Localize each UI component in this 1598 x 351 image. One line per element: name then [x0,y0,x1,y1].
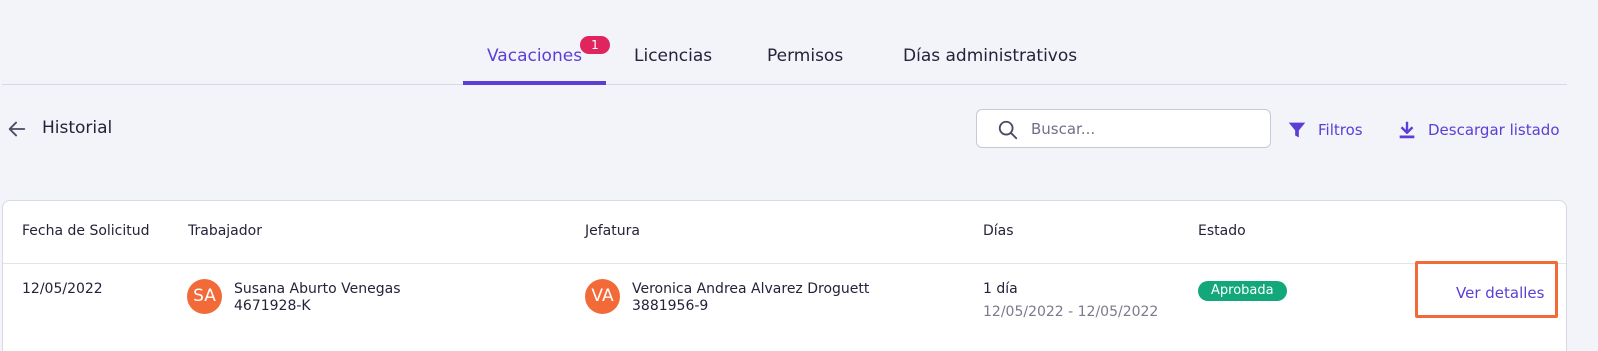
tab-dias-administrativos-label: Días administrativos [903,46,1078,66]
search-input[interactable] [1031,118,1256,140]
worker-name: Susana Aburto Venegas [234,281,401,297]
tabs-bar: Vacaciones 1 Licencias Permisos Días adm… [2,0,1567,85]
days-count: 1 día [983,281,1018,297]
tab-permisos-label: Permisos [767,46,844,66]
tab-vacaciones-label: Vacaciones [487,46,583,66]
filters-label: Filtros [1318,121,1363,139]
manager-name: Veronica Andrea Alvarez Droguett [632,281,870,297]
column-header-dias: Días [983,223,1014,239]
status-badge: Aprobada [1198,281,1287,301]
search-box[interactable] [976,109,1271,148]
tab-dias-administrativos[interactable]: Días administrativos [903,46,1077,84]
header-divider [3,263,1566,264]
tab-licencias[interactable]: Licencias [634,46,712,84]
view-details-label: Ver detalles [1456,284,1545,302]
download-list-label: Descargar listado [1428,121,1560,139]
column-header-trabajador: Trabajador [188,223,262,239]
filter-icon [1288,122,1306,138]
download-list-button[interactable]: Descargar listado [1396,118,1560,142]
manager-avatar: VA [585,279,620,314]
worker-avatar: SA [187,279,222,314]
download-icon [1399,121,1415,139]
requests-table: Fecha de Solicitud Trabajador Jefatura D… [2,200,1567,351]
filters-button[interactable]: Filtros [1286,118,1363,142]
view-details-link[interactable]: Ver detalles [1415,261,1558,318]
search-icon [998,120,1018,140]
tab-licencias-label: Licencias [634,46,713,66]
request-date: 12/05/2022 [22,281,103,297]
column-header-estado: Estado [1198,223,1246,239]
page-title: Historial [42,118,113,138]
tab-vacaciones[interactable]: Vacaciones [462,46,607,85]
tab-permisos[interactable]: Permisos [767,46,843,84]
days-range: 12/05/2022 - 12/05/2022 [983,304,1159,320]
worker-id: 4671928-K [234,298,311,314]
column-header-fecha: Fecha de Solicitud [22,223,150,239]
tab-vacaciones-badge: 1 [580,36,610,54]
column-header-jefatura: Jefatura [585,223,640,239]
manager-id: 3881956-9 [632,298,709,314]
back-arrow-icon[interactable] [6,118,28,140]
